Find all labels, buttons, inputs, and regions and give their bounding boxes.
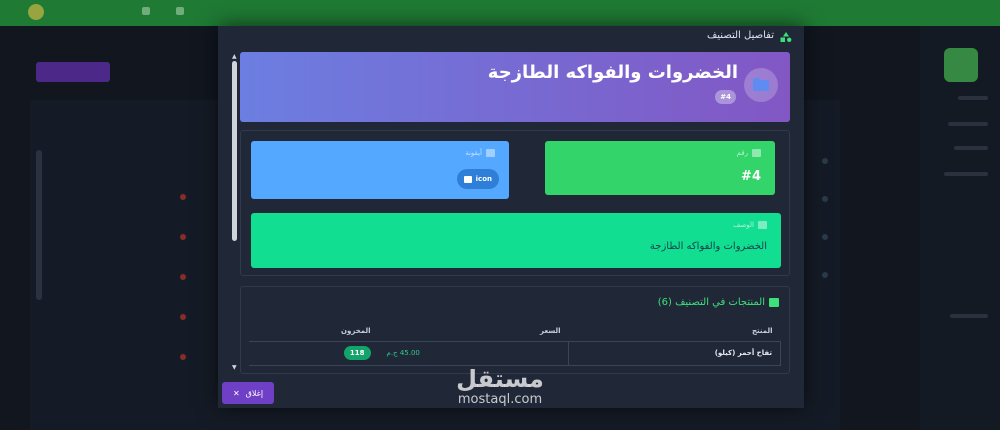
background-sidebar [920,26,1000,430]
product-name: تفاح أحمر (كيلو) [568,341,781,366]
table-header-row: المنتج السعر المخزون [249,321,781,342]
sidebar-item [944,172,988,176]
hash-icon [752,149,761,157]
watermark-latin: mostaql.com [457,392,543,407]
background-row-icon [822,158,828,164]
comment-icon [758,221,767,229]
icon-value-text: icon [475,175,492,183]
icon-value-chip: icon [456,169,499,189]
background-action-button [36,62,110,82]
id-label-text: رقم [736,149,748,157]
user-avatar [28,4,44,20]
modal-scrollbar-thumb[interactable] [232,61,237,241]
description-card: الوصف الخضروات والفواكه الطازجة [251,213,781,268]
category-avatar [744,68,778,102]
icon-label-text: أيقونة [465,149,482,157]
icon-card-label: أيقونة [465,149,495,157]
background-status-dot [180,234,186,240]
close-button[interactable]: إغلاق ✕ [222,382,274,404]
product-stock-cell: 118 [249,341,379,366]
bell-icon [142,7,150,15]
background-status-dot [180,274,186,280]
products-table: المنتج السعر المخزون تفاح أحمر (كيلو) 45… [249,321,781,366]
category-name: الخضروات والفواكه الطازجة [487,62,738,83]
app-logo [944,48,978,82]
category-hero-banner: الخضروات والفواكه الطازجة #4 [240,52,790,122]
scroll-down-arrow[interactable]: ▼ [232,364,237,371]
category-id-badge: #4 [715,90,736,104]
background-row-icon [822,234,828,240]
category-details-modal: تفاصيل التصنيف ▲ ▼ الخضروات والفواكه الط… [218,26,804,408]
table-row[interactable]: تفاح أحمر (كيلو) 45.00 ج.م 118 [249,341,781,366]
modal-header: تفاصيل التصنيف [218,26,804,48]
settings-icon [176,7,184,15]
modal-title: تفاصيل التصنيف [706,30,774,41]
background-row-icon [822,272,828,278]
description-label-text: الوصف [733,221,754,229]
product-price: 45.00 ج.م [378,341,569,366]
description-card-label: الوصف [733,221,767,229]
background-status-dot [180,194,186,200]
column-header-stock: المخزون [249,321,379,342]
background-status-dot [180,314,186,320]
close-label: إغلاق [245,388,264,398]
app-topbar [0,0,1000,26]
id-card: رقم #4 [545,141,775,195]
products-panel: المنتجات في التصنيف (6) المنتج السعر الم… [240,286,790,374]
folder-icon [753,78,769,91]
category-info-panel: رقم #4 أيقونة icon الوصف الخضروات والفوا… [240,130,790,276]
stock-badge: 118 [343,346,371,360]
column-header-price: السعر [378,321,569,342]
sidebar-item [958,96,988,100]
scroll-up-arrow[interactable]: ▲ [232,53,237,60]
background-row-icon [822,196,828,202]
icon-card: أيقونة icon [251,141,509,199]
image-icon [463,175,472,183]
watermark: مستقل mostaql.com [430,366,570,408]
close-icon: ✕ [232,388,240,398]
image-icon [486,149,495,157]
background-scrollbar [36,150,42,300]
sidebar-item [948,122,988,126]
column-header-product: المنتج [568,321,781,342]
id-card-value: #4 [741,169,761,184]
sidebar-item [950,314,988,318]
background-status-dot [180,354,186,360]
box-icon [769,298,779,307]
sidebar-item [954,146,988,150]
description-value: الخضروات والفواكه الطازجة [649,241,767,252]
watermark-arabic: مستقل [456,365,544,393]
products-title: المنتجات في التصنيف (6) [657,297,765,308]
id-card-label: رقم [737,149,761,157]
shapes-icon [780,32,792,42]
